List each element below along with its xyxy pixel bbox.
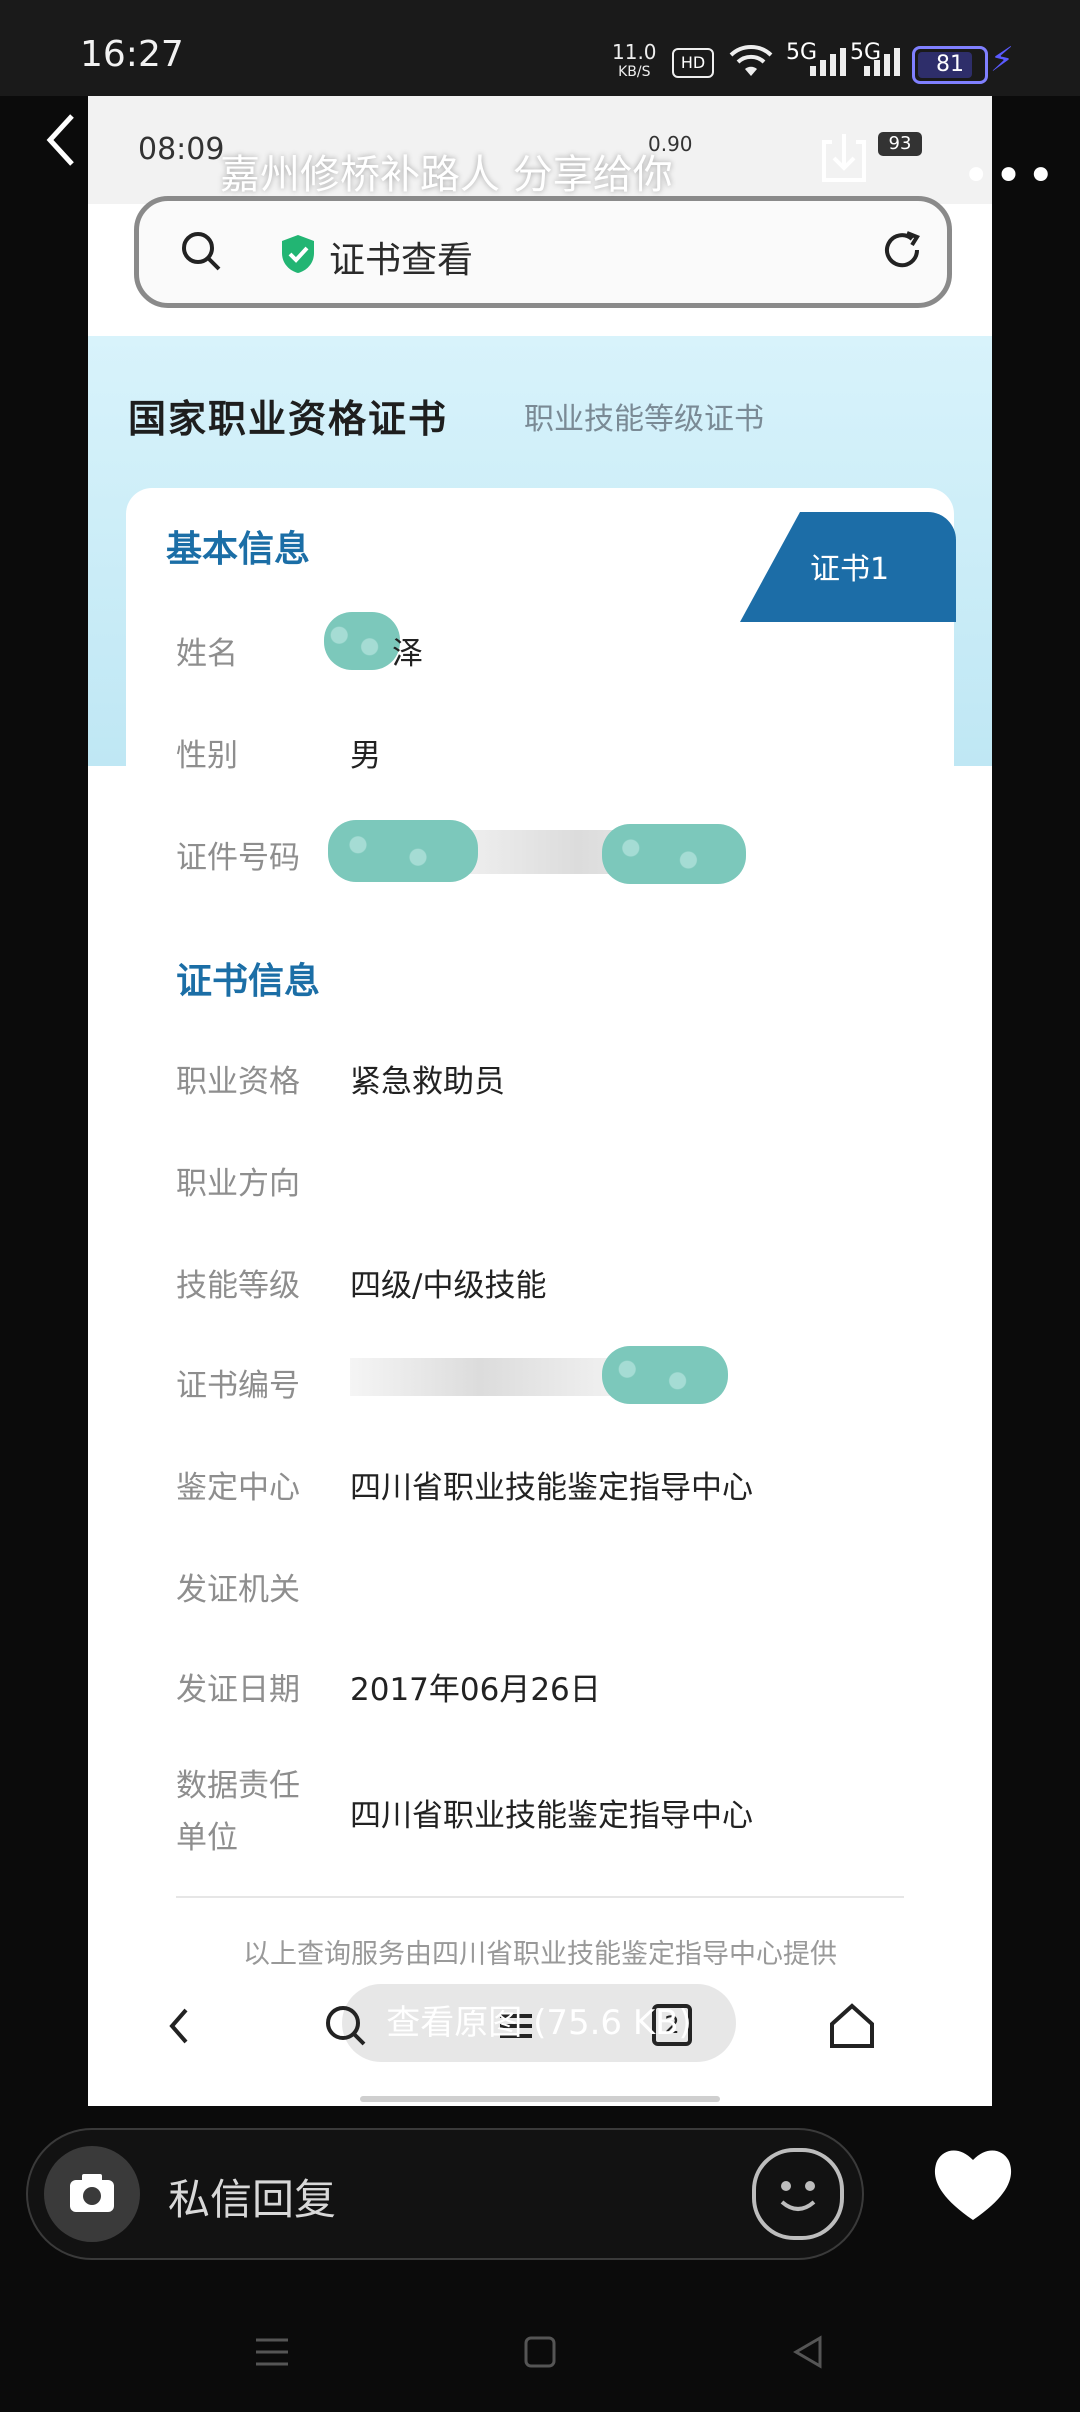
field-value: 四川省职业技能鉴定指导中心 (350, 1798, 753, 1834)
field-label: 证书编号 (176, 1368, 300, 1404)
hd-badge: HD (672, 48, 714, 78)
camera-icon (70, 2174, 114, 2212)
field-label: 性别 (176, 738, 238, 774)
emoji-icon[interactable] (752, 2148, 844, 2240)
divider (176, 1896, 904, 1898)
heart-icon[interactable] (928, 2140, 1018, 2230)
battery-icon: 81 (912, 46, 988, 84)
search-icon[interactable] (179, 229, 223, 273)
footer-note: 以上查询服务由四川省职业技能鉴定指导中心提供 (243, 1939, 837, 1970)
field-value: 2017年06月26日 (350, 1672, 601, 1708)
basic-info-heading: 基本信息 (166, 529, 311, 570)
browser-url-bar[interactable]: 证书查看 (134, 196, 952, 308)
reply-bar[interactable]: 私信回复 (26, 2128, 864, 2260)
view-original-button[interactable]: 查看原图 (75.6 KB) (342, 1984, 736, 2062)
page-title: 国家职业资格证书 (128, 397, 449, 441)
redacted-mask (328, 820, 478, 882)
status-bar: 16:27 11.0 KB/S HD 5G 5G 81 ⚡ (0, 0, 1080, 96)
shared-image[interactable]: 08:09 0.90 93 国家职业资格证书 职业技能等级证书 证书查看 证书1… (88, 96, 992, 2106)
field-label: 发证日期 (176, 1672, 300, 1708)
signal-icon (810, 48, 846, 76)
certificate-info-heading: 证书信息 (176, 961, 321, 1002)
field-value: 紧急救助员 (350, 1064, 505, 1100)
wifi-icon (729, 45, 773, 76)
redacted-mask (350, 1358, 610, 1396)
browser-title: 证书查看 (329, 240, 474, 281)
reply-input[interactable]: 私信回复 (168, 2166, 336, 2227)
field-label: 技能等级 (176, 1268, 300, 1304)
field-label: 职业资格 (176, 1064, 300, 1100)
field-label: 职业方向 (176, 1166, 300, 1202)
back-icon[interactable] (786, 2330, 830, 2374)
certificate-tab[interactable]: 证书1 (740, 512, 956, 622)
field-label: 数据责任单位 (176, 1768, 300, 1856)
field-value: 男 (350, 738, 381, 774)
certificate-tab-label: 证书1 (810, 552, 890, 587)
network-rate-value: 11.0 (612, 40, 657, 64)
field-value: 泽 (392, 636, 423, 672)
reload-icon[interactable] (879, 227, 925, 273)
field-label: 姓名 (176, 636, 238, 672)
shield-icon (282, 235, 314, 273)
field-label: 证件号码 (176, 840, 300, 876)
network-rate-unit: KB/S (618, 64, 651, 80)
home-icon[interactable] (518, 2330, 562, 2374)
chevron-left-icon[interactable] (40, 110, 80, 170)
status-time: 16:27 (80, 34, 184, 75)
back-icon[interactable] (152, 1998, 208, 2054)
signal-icon (864, 48, 900, 76)
camera-button[interactable] (44, 2146, 140, 2242)
field-label: 发证机关 (176, 1572, 300, 1608)
share-caption: 嘉州修桥补路人 分享给你 (220, 152, 673, 198)
network-rate: 11.0 KB/S (612, 42, 657, 82)
redacted-mask (324, 612, 400, 670)
inner-battery: 93 (878, 132, 922, 156)
charging-icon: ⚡ (990, 40, 1014, 80)
field-label: 鉴定中心 (176, 1470, 300, 1506)
home-icon[interactable] (824, 1998, 880, 2054)
inner-time: 08:09 (138, 132, 225, 167)
field-value: 四级/中级技能 (350, 1268, 547, 1304)
system-nav-bar (0, 2300, 1080, 2412)
field-value: 四川省职业技能鉴定指导中心 (350, 1470, 753, 1506)
page-subtitle[interactable]: 职业技能等级证书 (524, 394, 764, 438)
home-indicator (360, 2096, 720, 2102)
redacted-mask (602, 824, 746, 884)
redacted-mask (602, 1346, 728, 1404)
more-icon[interactable]: ••• (962, 148, 1059, 204)
battery-level: 81 (936, 52, 964, 77)
recents-icon[interactable] (250, 2330, 294, 2374)
download-icon[interactable] (816, 128, 872, 188)
